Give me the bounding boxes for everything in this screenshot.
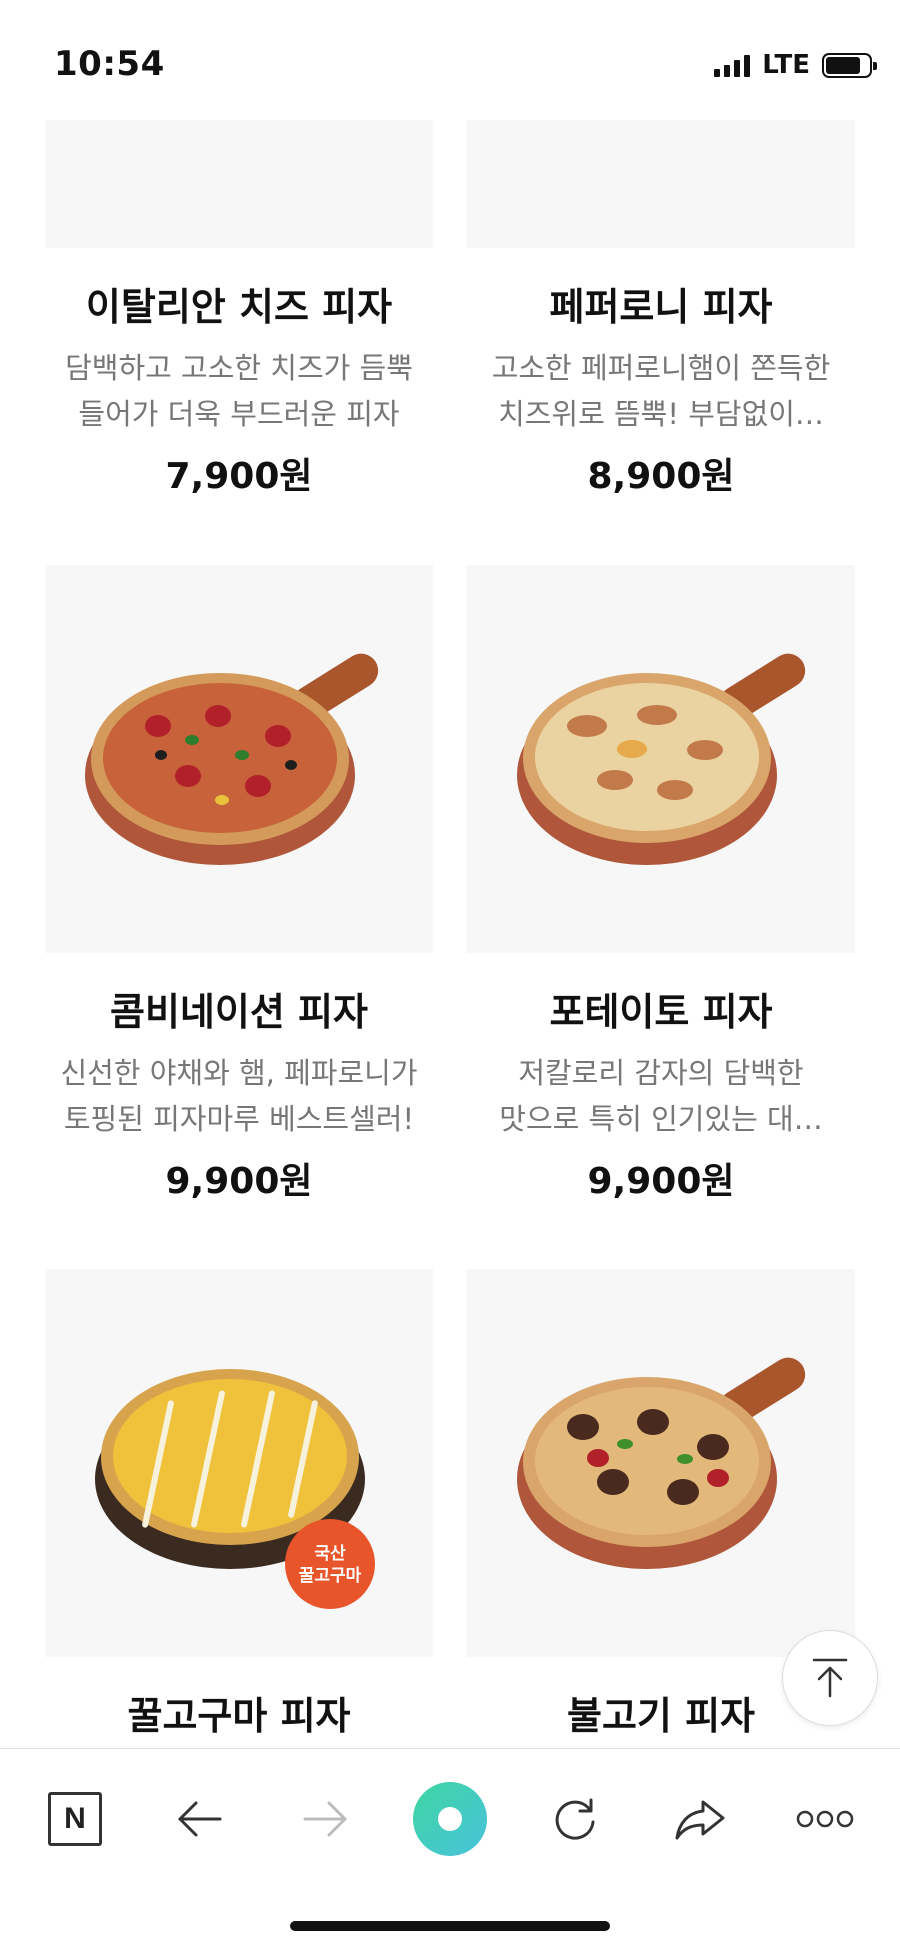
browser-toolbar: N	[0, 1748, 900, 1949]
home-indicator	[290, 1921, 610, 1931]
product-description: 담백하고 고소한 치즈가 듬뿍 들어가 더욱 부드러운 피자	[65, 351, 413, 431]
product-card[interactable]: 포테이토 피자 저칼로리 감자의 담백한 맛으로 특히 인기있는 대… 9,90…	[467, 565, 855, 1204]
pizza-image	[85, 647, 385, 875]
product-price: 9,900원	[165, 1161, 313, 1202]
forward-button[interactable]	[285, 1779, 365, 1859]
product-name: 페퍼로니 피자	[549, 285, 773, 329]
status-bar: 10:54 LTE	[0, 0, 900, 120]
refresh-button[interactable]	[535, 1779, 615, 1859]
network-label: LTE	[762, 50, 810, 80]
forward-arrow-icon	[303, 1801, 347, 1837]
product-image	[467, 565, 855, 953]
product-price: 8,900원	[587, 456, 735, 497]
back-button[interactable]	[160, 1779, 240, 1859]
product-name: 이탈리안 치즈 피자	[85, 285, 393, 329]
green-dot-icon	[413, 1782, 487, 1856]
product-image	[467, 1269, 855, 1657]
product-image	[45, 565, 433, 953]
share-icon	[675, 1800, 725, 1840]
product-description: 신선한 야채와 햄, 페파로니가 토핑된 피자마루 베스트셀러!	[60, 1056, 418, 1136]
more-icon	[796, 1810, 854, 1828]
green-dot-button[interactable]	[410, 1779, 490, 1859]
arrow-up-icon	[812, 1658, 848, 1698]
product-description: 고소한 페퍼로니햄이 쫀득한 치즈위로 뜸뿍! 부담없이…	[491, 351, 831, 431]
product-name: 꿀고구마 피자	[127, 1694, 351, 1738]
product-price: 9,900원	[587, 1161, 735, 1202]
product-image: 국산 꿀고구마	[45, 1269, 433, 1657]
signal-icon	[714, 53, 751, 77]
product-grid: 이탈리안 치즈 피자 담백하고 고소한 치즈가 듬뿍 들어가 더욱 부드러운 피…	[0, 0, 900, 1748]
product-description: 저칼로리 감자의 담백한 맛으로 특히 인기있는 대…	[499, 1056, 823, 1136]
back-arrow-icon	[178, 1801, 222, 1837]
pizza-image	[517, 1351, 817, 1579]
product-price: 7,900원	[165, 456, 313, 497]
status-time: 10:54	[54, 44, 165, 84]
origin-badge: 국산 꿀고구마	[285, 1519, 375, 1609]
refresh-icon	[555, 1798, 595, 1840]
battery-icon	[822, 52, 877, 78]
product-card[interactable]: 국산 꿀고구마 꿀고구마 피자	[45, 1269, 433, 1740]
naver-home-button[interactable]: N	[35, 1779, 115, 1859]
pizza-image	[517, 647, 817, 875]
status-indicators: LTE	[714, 50, 877, 80]
more-button[interactable]	[785, 1779, 865, 1859]
product-name: 콤비네이션 피자	[110, 990, 368, 1034]
product-card[interactable]: 콤비네이션 피자 신선한 야채와 햄, 페파로니가 토핑된 피자마루 베스트셀러…	[45, 565, 433, 1204]
share-button[interactable]	[660, 1779, 740, 1859]
scroll-to-top-button[interactable]	[782, 1630, 878, 1726]
naver-icon: N	[48, 1792, 102, 1846]
product-name: 포테이토 피자	[549, 990, 773, 1034]
